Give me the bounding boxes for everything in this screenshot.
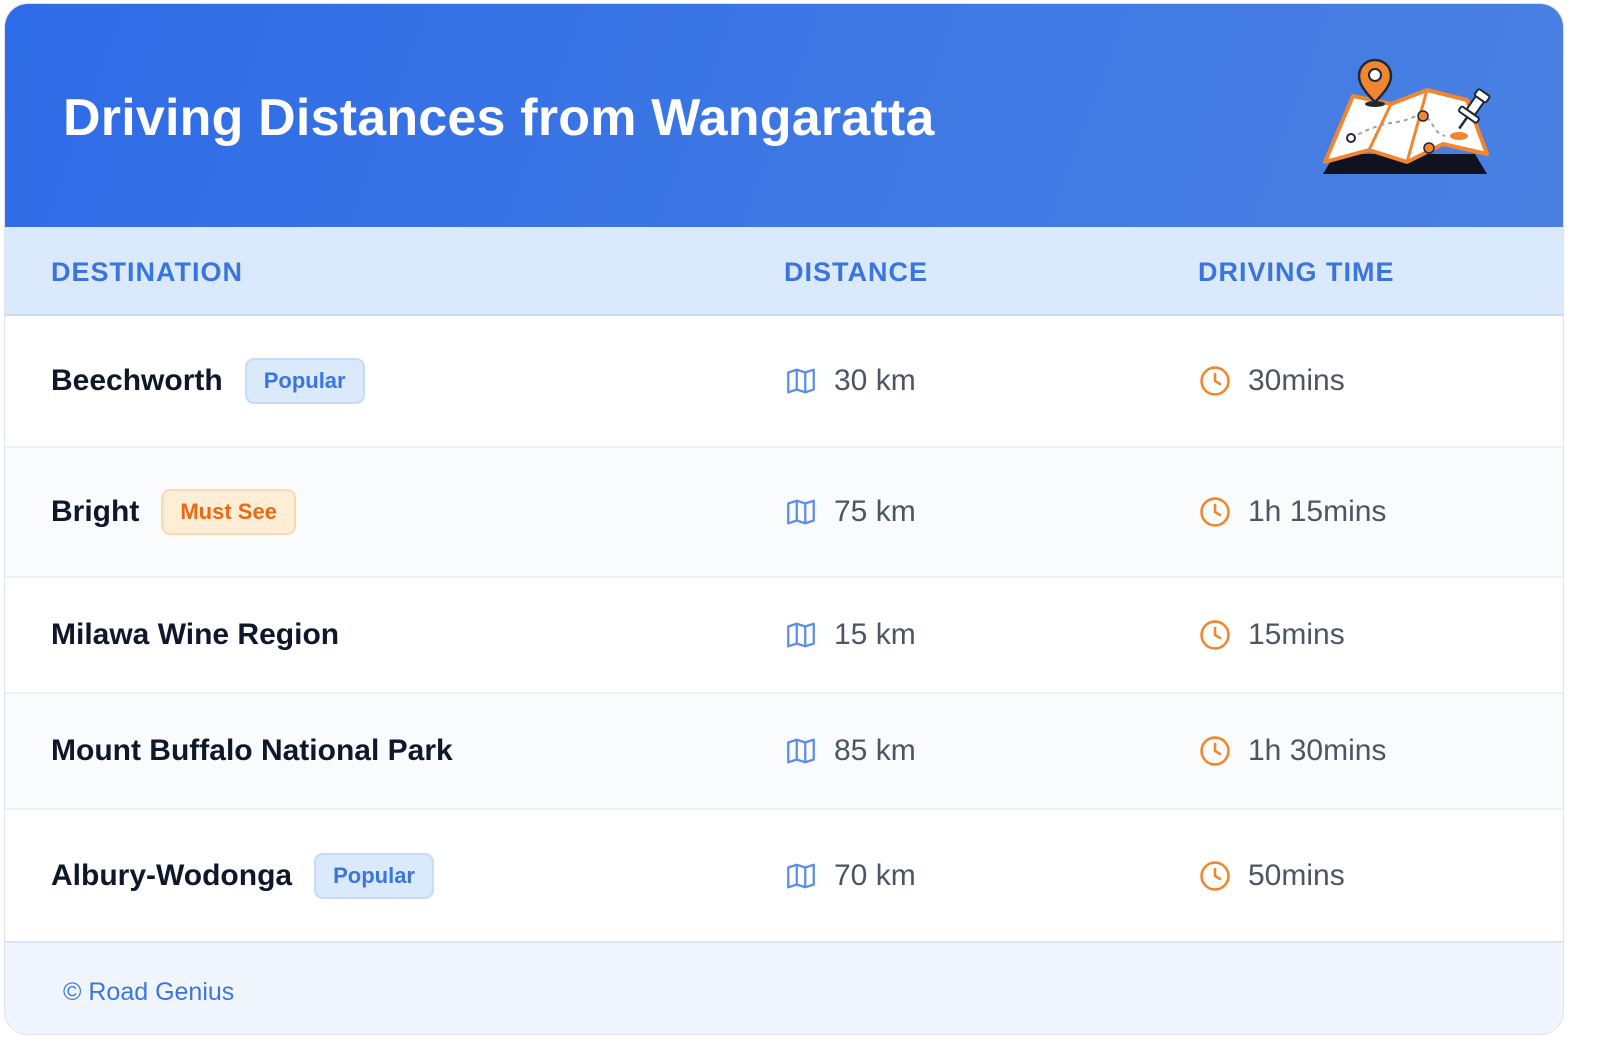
clock-icon: [1200, 366, 1230, 396]
footer-credit: © Road Genius: [63, 978, 235, 1006]
time-value: 1h 30mins: [1248, 734, 1387, 767]
table-row: Milawa Wine Region 15 km 15mins: [5, 578, 1563, 694]
time-value: 30mins: [1248, 364, 1345, 397]
map-icon: [787, 622, 815, 648]
destination-name: Beechworth: [51, 364, 223, 397]
destination-cell: Mount Buffalo National Park: [51, 694, 453, 808]
time-value: 50mins: [1248, 858, 1345, 892]
map-icon: [787, 738, 815, 764]
time-value: 15mins: [1248, 618, 1345, 651]
destination-cell: Albury-Wodonga Popular: [51, 810, 434, 941]
destination-name: Bright: [51, 495, 140, 528]
time-cell: 1h 15mins: [1198, 448, 1386, 576]
time-cell: 1h 30mins: [1198, 694, 1386, 808]
distance-cell: 30 km: [784, 316, 916, 446]
time-cell: 30mins: [1198, 316, 1345, 446]
card-footer: © Road Genius: [5, 941, 1563, 1034]
destination-cell: Bright Must See: [51, 448, 296, 576]
map-icon: [787, 863, 815, 888]
distance-value: 75 km: [834, 495, 916, 528]
destination-name: Milawa Wine Region: [51, 618, 340, 651]
map-icon: [787, 499, 815, 525]
table-row: Albury-Wodonga Popular 70 km 50mins: [5, 810, 1563, 941]
destination-cell: Beechworth Popular: [51, 316, 365, 446]
distance-cell: 70 km: [784, 810, 916, 941]
column-header-distance: DISTANCE: [784, 257, 929, 287]
distance-value: 70 km: [834, 858, 916, 892]
table-header: DESTINATION DISTANCE DRIVING TIME: [5, 227, 1563, 316]
table-row: Mount Buffalo National Park 85 km 1h 30m…: [5, 694, 1563, 810]
distance-cell: 75 km: [784, 448, 916, 576]
distance-cell: 15 km: [784, 578, 916, 692]
popular-badge: Popular: [314, 852, 434, 899]
time-value: 1h 15mins: [1248, 495, 1387, 528]
distance-card: Driving Distances from Wangaratta DESTIN…: [4, 3, 1564, 1035]
distance-value: 30 km: [834, 364, 916, 397]
table-row: Beechworth Popular 30 km 30mins: [5, 316, 1563, 448]
clock-icon: [1200, 497, 1230, 527]
time-cell: 50mins: [1198, 810, 1345, 941]
destination-name: Mount Buffalo National Park: [51, 734, 453, 767]
column-header-driving-time: DRIVING TIME: [1198, 257, 1395, 287]
clock-icon: [1200, 860, 1230, 891]
must-see-badge: Must See: [161, 489, 296, 535]
time-cell: 15mins: [1198, 578, 1345, 692]
table-row: Bright Must See 75 km 1h 15mins: [5, 448, 1563, 578]
card-header: Driving Distances from Wangaratta: [5, 4, 1563, 227]
column-header-destination: DESTINATION: [51, 257, 243, 287]
map-icon: [787, 368, 815, 394]
destination-name: Albury-Wodonga: [51, 858, 293, 892]
clock-icon: [1200, 620, 1230, 650]
page-title: Driving Distances from Wangaratta: [63, 89, 935, 147]
distance-value: 85 km: [834, 734, 916, 767]
distance-cell: 85 km: [784, 694, 916, 808]
distance-value: 15 km: [834, 618, 916, 651]
clock-icon: [1200, 736, 1230, 766]
popular-badge: Popular: [244, 358, 365, 404]
destination-cell: Milawa Wine Region: [51, 578, 339, 692]
map-with-pins-icon: [1323, 58, 1491, 174]
